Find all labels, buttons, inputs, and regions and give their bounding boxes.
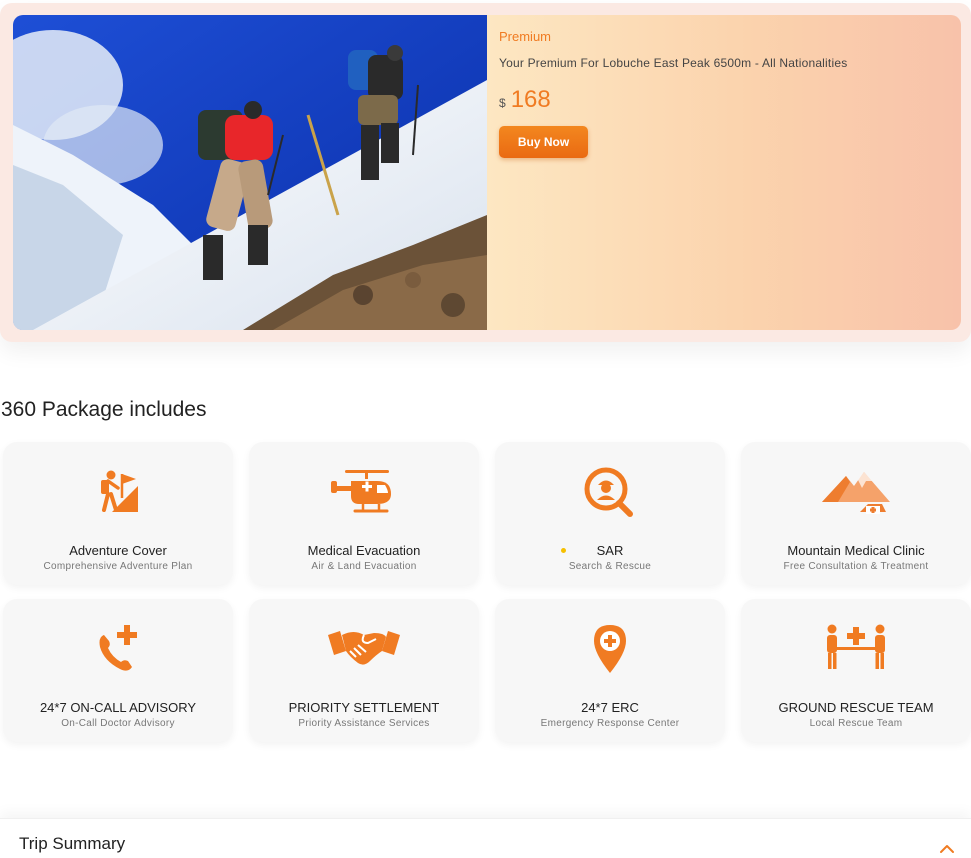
tile-title: Mountain Medical Clinic — [787, 543, 925, 558]
trip-summary-title: Trip Summary — [19, 834, 126, 853]
tile-title: 24*7 ERC — [581, 700, 639, 715]
phone-plus-icon — [3, 621, 233, 677]
handshake-icon — [249, 621, 479, 677]
premium-card-wrapper: Premium Your Premium For Lobuche East Pe… — [0, 3, 971, 342]
trip-summary-header[interactable]: Trip Summary — [0, 818, 971, 858]
tile-subtitle: Search & Rescue — [568, 561, 652, 572]
chevron-up-icon[interactable] — [939, 841, 955, 858]
price-currency: $ — [499, 96, 506, 110]
tile-subtitle: Emergency Response Center — [540, 718, 680, 729]
stretcher-team-icon — [741, 621, 971, 677]
tile-subtitle: Free Consultation & Treatment — [783, 561, 929, 572]
climbers-photo — [13, 15, 487, 330]
premium-tag: Premium — [499, 29, 552, 44]
tile-title: Medical Evacuation — [307, 543, 421, 558]
package-tile-sar: SAR Search & Rescue — [495, 442, 725, 585]
premium-card: Premium Your Premium For Lobuche East Pe… — [13, 15, 961, 330]
price-amount: 168 — [510, 86, 551, 113]
location-cross-icon — [495, 621, 725, 677]
package-section-title: 360 Package includes — [1, 398, 207, 421]
premium-info: Premium Your Premium For Lobuche East Pe… — [487, 15, 961, 330]
tile-title: 24*7 ON-CALL ADVISORY — [39, 700, 197, 715]
hero-image — [13, 15, 487, 330]
tile-subtitle: Comprehensive Adventure Plan — [43, 561, 193, 572]
package-tile-mountain-clinic: Mountain Medical Clinic Free Consultatio… — [741, 442, 971, 585]
package-tile-medical-evacuation: Medical Evacuation Air & Land Evacuation — [249, 442, 479, 585]
tile-subtitle: Local Rescue Team — [809, 718, 903, 729]
tile-subtitle: On-Call Doctor Advisory — [61, 718, 175, 729]
price-row: $ 168 — [499, 86, 949, 114]
mountain-clinic-icon — [741, 464, 971, 520]
search-rescuer-icon — [495, 464, 725, 520]
tile-title: PRIORITY SETTLEMENT — [288, 700, 440, 715]
tile-title: SAR — [596, 543, 624, 558]
package-tile-erc: 24*7 ERC Emergency Response Center — [495, 599, 725, 742]
tile-subtitle: Priority Assistance Services — [298, 718, 430, 729]
package-tile-priority-settlement: PRIORITY SETTLEMENT Priority Assistance … — [249, 599, 479, 742]
hiker-flag-icon — [3, 464, 233, 520]
buy-now-button[interactable]: Buy Now — [499, 126, 588, 158]
tile-title: Adventure Cover — [69, 543, 167, 558]
premium-title: Your Premium For Lobuche East Peak 6500m… — [499, 56, 848, 70]
tile-title: GROUND RESCUE TEAM — [778, 700, 934, 715]
package-tile-adventure-cover: Adventure Cover Comprehensive Adventure … — [3, 442, 233, 585]
package-tile-on-call-advisory: 24*7 ON-CALL ADVISORY On-Call Doctor Adv… — [3, 599, 233, 742]
tile-subtitle: Air & Land Evacuation — [311, 561, 417, 572]
package-tile-ground-rescue: GROUND RESCUE TEAM Local Rescue Team — [741, 599, 971, 742]
package-tiles: Adventure Cover Comprehensive Adventure … — [3, 442, 971, 742]
helicopter-icon — [249, 464, 479, 520]
